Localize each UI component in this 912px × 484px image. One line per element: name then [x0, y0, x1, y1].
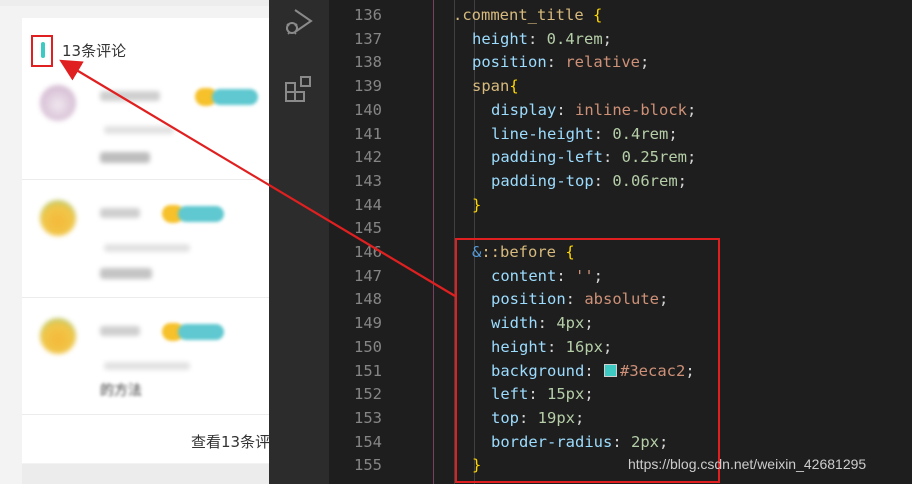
code-line: 137 height: 0.4rem; [329, 28, 912, 52]
code-token: relative [565, 53, 640, 72]
line-number: 154 [354, 432, 382, 451]
activity-bar [269, 0, 329, 484]
vip-badge [212, 89, 258, 105]
line-number: 155 [354, 456, 382, 475]
comment-title: 13条评论 [62, 42, 127, 60]
code-token: inline-block [575, 100, 687, 119]
code-text: } [472, 194, 481, 218]
line-number: 141 [354, 124, 382, 143]
comment-username [100, 326, 140, 336]
code-token: : [528, 29, 547, 48]
comment-time [104, 126, 174, 134]
code-token: 0.4rem [546, 29, 603, 48]
code-token: 0.06rem [612, 171, 678, 190]
annotation-box-preview [31, 35, 53, 67]
code-token: span [472, 77, 510, 96]
code-token: : [546, 53, 566, 72]
code-token: .comment_title [453, 6, 584, 24]
comment-text: 的方法 [100, 383, 142, 399]
code-token: ; [686, 100, 697, 119]
comment-text [100, 152, 150, 163]
preview-top-strip [0, 0, 269, 6]
line-number: 144 [354, 195, 382, 214]
line-number: 142 [354, 148, 382, 167]
code-token: ; [639, 53, 650, 72]
run-debug-icon[interactable] [283, 6, 315, 38]
line-number: 151 [354, 361, 382, 380]
comment-divider [22, 414, 269, 415]
code-token: padding-top [491, 171, 594, 190]
code-line: 143 padding-top: 0.06rem; [329, 170, 912, 194]
code-token: ; [686, 148, 697, 167]
comment-text [100, 268, 152, 279]
code-token: 0.4rem [612, 124, 669, 143]
line-number: 139 [354, 77, 382, 96]
avatar [40, 318, 76, 354]
code-line: 142 padding-left: 0.25rem; [329, 146, 912, 170]
code-line: 140 display: inline-block; [329, 99, 912, 123]
avatar [40, 200, 76, 236]
code-token: { [593, 6, 603, 24]
avatar [40, 85, 76, 121]
code-text: position: relative; [472, 51, 649, 75]
code-token: height [472, 29, 528, 48]
code-text: height: 0.4rem; [472, 28, 612, 52]
code-token: display [491, 100, 557, 119]
comment-divider [22, 179, 269, 180]
annotation-box-code [455, 238, 720, 483]
code-text: span{ [472, 75, 519, 99]
code-line: 141 line-height: 0.4rem; [329, 123, 912, 147]
line-number: 153 [354, 408, 382, 427]
code-token: { [509, 77, 519, 96]
line-number: 137 [354, 29, 382, 48]
code-text: .comment_title { [453, 4, 602, 28]
vip-badge [178, 324, 224, 340]
code-line: 139 span{ [329, 75, 912, 99]
code-line: 138 position: relative; [329, 51, 912, 75]
code-token: : [593, 124, 613, 143]
preview-bottom-strip [22, 464, 269, 484]
code-token: ; [677, 171, 687, 190]
watermark: https://blog.csdn.net/weixin_42681295 [628, 456, 867, 472]
line-number: 150 [354, 337, 382, 356]
code-line: 136 .comment_title { [329, 4, 912, 28]
view-all-comments-link[interactable]: 查看13条评 [191, 431, 269, 452]
code-text: padding-left: 0.25rem; [491, 146, 696, 170]
line-number: 149 [354, 314, 382, 333]
code-text: line-height: 0.4rem; [491, 123, 678, 147]
line-number: 152 [354, 385, 382, 404]
code-token: ; [602, 29, 613, 48]
code-line: 144} [329, 194, 912, 218]
code-token: : [593, 171, 613, 190]
line-number: 146 [354, 243, 382, 261]
code-token: } [472, 195, 482, 214]
code-token: : [602, 148, 622, 167]
line-number: 138 [354, 53, 382, 72]
code-text: display: inline-block; [491, 99, 696, 123]
code-token: padding-left [491, 148, 603, 167]
line-number: 145 [354, 219, 382, 238]
line-number: 140 [354, 100, 382, 119]
code-token: position [472, 53, 547, 72]
vip-badge [178, 206, 224, 222]
comment-time [104, 244, 190, 252]
code-token: 0.25rem [621, 148, 687, 167]
code-token: ; [668, 124, 678, 143]
code-text: padding-top: 0.06rem; [491, 170, 687, 194]
extensions-icon[interactable] [283, 74, 315, 106]
line-number: 147 [354, 266, 382, 285]
line-number: 143 [354, 171, 382, 190]
comment-username [100, 91, 160, 101]
mobile-preview-panel: 13条评论 的方法 查看13条评 [0, 0, 269, 484]
line-number: 148 [354, 290, 382, 309]
line-number: 136 [354, 6, 382, 24]
code-token: line-height [491, 124, 594, 143]
code-token: : [556, 100, 575, 119]
comment-divider [22, 297, 269, 298]
comment-username [100, 208, 140, 218]
comment-time [104, 362, 190, 370]
